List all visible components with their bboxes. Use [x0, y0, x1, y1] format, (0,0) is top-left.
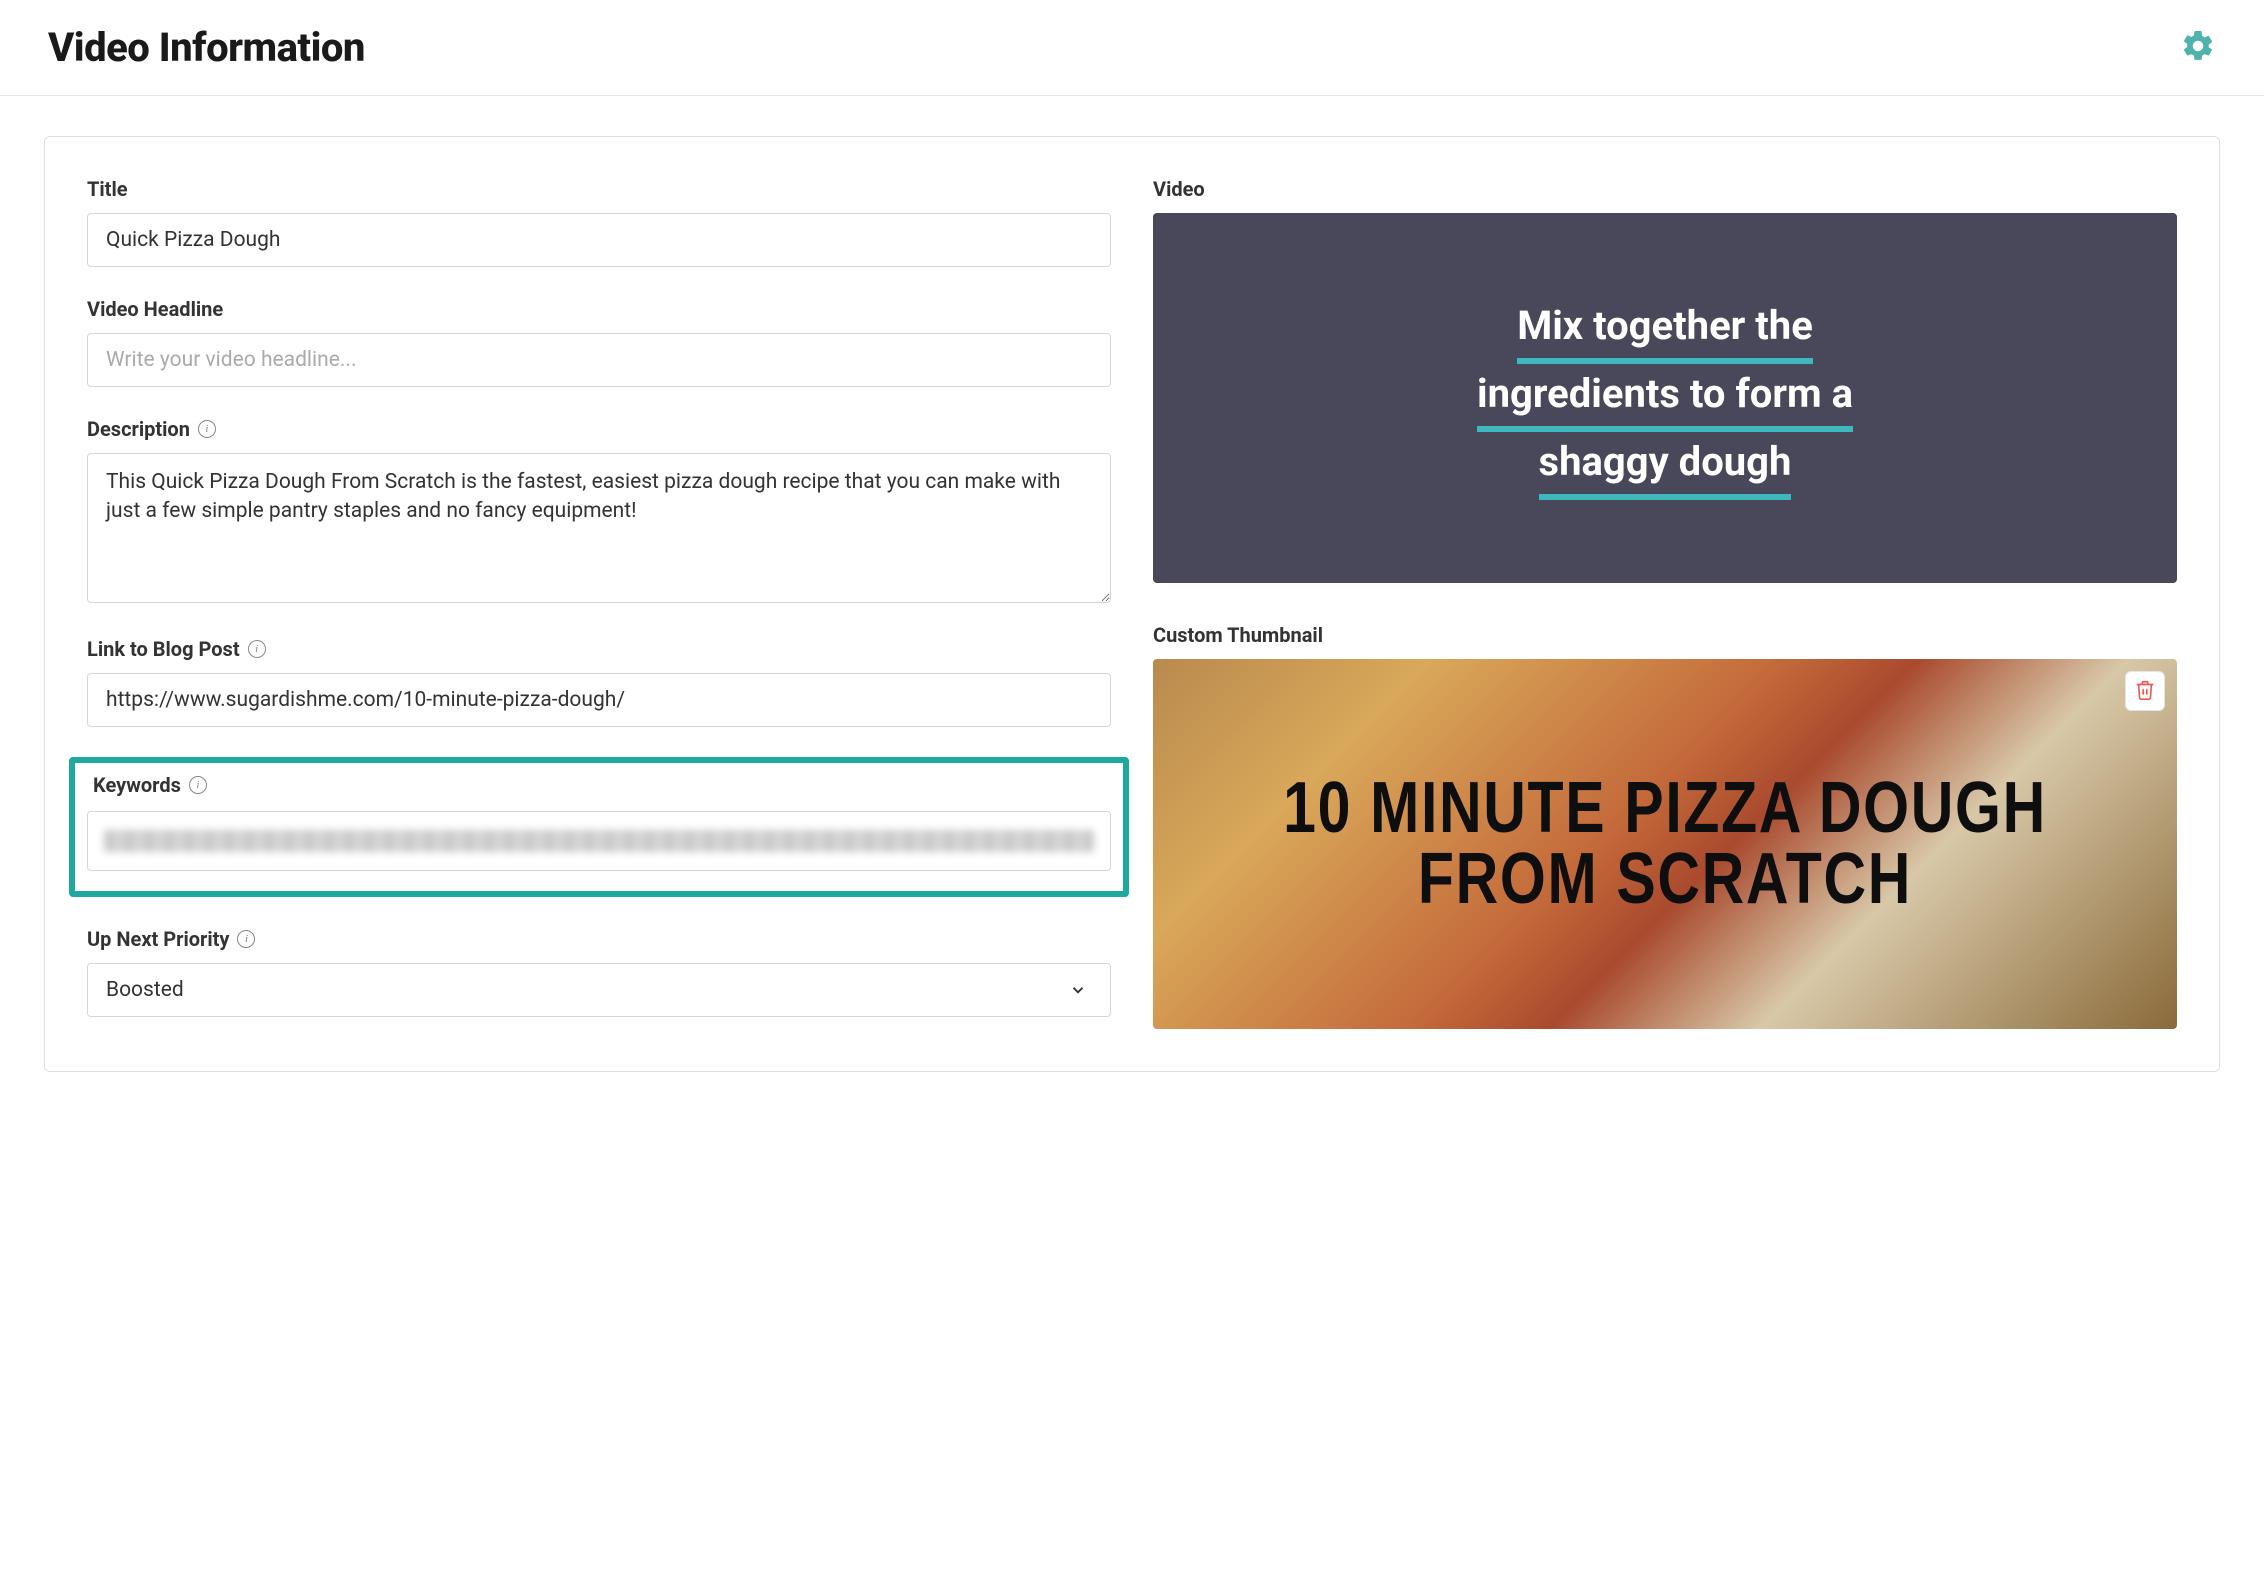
description-label: Description i — [87, 417, 1111, 441]
video-line-1: Mix together the — [1517, 296, 1813, 364]
info-icon[interactable]: i — [198, 420, 216, 438]
page-header: Video Information — [0, 0, 2264, 96]
video-label: Video — [1153, 177, 2177, 201]
custom-thumbnail[interactable]: 10 MINUTE PIZZA DOUGH FROM SCRATCH — [1153, 659, 2177, 1029]
video-line-3: shaggy dough — [1539, 432, 1792, 500]
description-input[interactable]: This Quick Pizza Dough From Scratch is t… — [87, 453, 1111, 603]
thumbnail-text: 10 MINUTE PIZZA DOUGH FROM SCRATCH — [1253, 773, 2076, 914]
keywords-field-group: Keywords i — [69, 757, 1129, 897]
trash-icon — [2134, 679, 2156, 704]
description-field-group: Description i This Quick Pizza Dough Fro… — [87, 417, 1111, 607]
page-title: Video Information — [48, 24, 365, 71]
video-line-2: ingredients to form a — [1477, 364, 1853, 432]
thumbnail-overlay: 10 MINUTE PIZZA DOUGH FROM SCRATCH — [1153, 659, 2177, 1029]
right-column: Video Mix together the ingredients to fo… — [1153, 177, 2177, 1029]
info-icon[interactable]: i — [248, 640, 266, 658]
delete-thumbnail-button[interactable] — [2125, 671, 2165, 711]
link-input[interactable] — [87, 673, 1111, 727]
headline-label: Video Headline — [87, 297, 1111, 321]
title-field-group: Title — [87, 177, 1111, 267]
title-input[interactable] — [87, 213, 1111, 267]
gear-icon[interactable] — [2180, 28, 2216, 68]
thumbnail-group: Custom Thumbnail 10 MINUTE PIZZA DOUGH F… — [1153, 623, 2177, 1029]
info-icon[interactable]: i — [237, 930, 255, 948]
link-field-group: Link to Blog Post i — [87, 637, 1111, 727]
info-icon[interactable]: i — [189, 776, 207, 794]
upnext-field-group: Up Next Priority i Boosted — [87, 927, 1111, 1017]
upnext-select-wrap: Boosted — [87, 963, 1111, 1017]
thumbnail-label: Custom Thumbnail — [1153, 623, 2177, 647]
video-info-panel: Title Video Headline Description i This … — [44, 136, 2220, 1072]
headline-field-group: Video Headline — [87, 297, 1111, 387]
upnext-select[interactable]: Boosted — [87, 963, 1111, 1017]
keywords-blurred-text — [104, 830, 1094, 852]
video-preview-text: Mix together the ingredients to form a s… — [1477, 296, 1853, 500]
keywords-label: Keywords i — [93, 773, 1111, 797]
upnext-label: Up Next Priority i — [87, 927, 1111, 951]
title-label: Title — [87, 177, 1111, 201]
description-label-text: Description — [87, 417, 190, 441]
video-preview[interactable]: Mix together the ingredients to form a s… — [1153, 213, 2177, 583]
link-label-text: Link to Blog Post — [87, 637, 240, 661]
video-preview-group: Video Mix together the ingredients to fo… — [1153, 177, 2177, 583]
left-column: Title Video Headline Description i This … — [87, 177, 1111, 1029]
link-label: Link to Blog Post i — [87, 637, 1111, 661]
keywords-input[interactable] — [87, 811, 1111, 871]
upnext-label-text: Up Next Priority — [87, 927, 229, 951]
keywords-label-text: Keywords — [93, 773, 181, 797]
headline-input[interactable] — [87, 333, 1111, 387]
